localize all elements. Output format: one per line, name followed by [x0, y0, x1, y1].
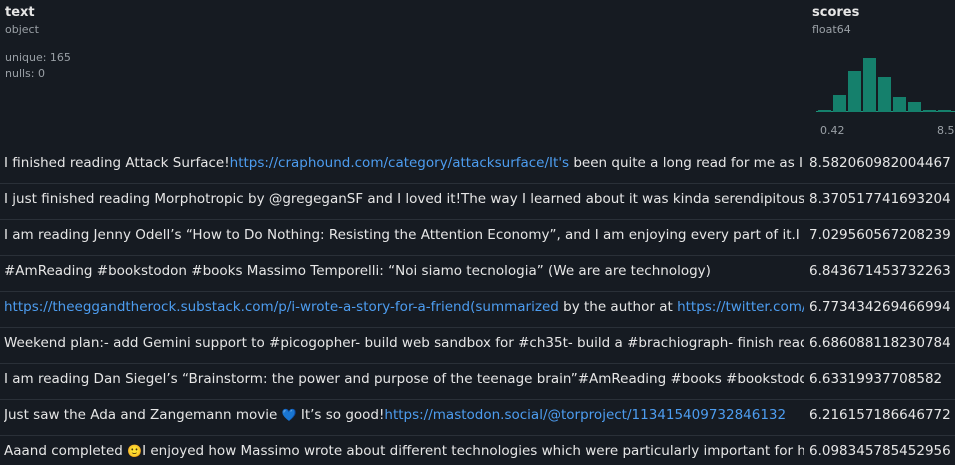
text-cell: https://theeggandtherock.substack.com/p/…	[4, 292, 804, 327]
text-cell: #AmReading #bookstodon #books Massimo Te…	[4, 263, 711, 279]
scores-column-header[interactable]: scores float64	[812, 4, 859, 38]
text-cell: I am reading Jenny Odell’s “How to Do No…	[4, 227, 804, 243]
cell-text-part: I enjoyed how Massimo wrote about differ…	[142, 443, 804, 459]
table-row[interactable]: #AmReading #bookstodon #books Massimo Te…	[0, 256, 955, 292]
cell-text-part: I finished reading Attack Surface!	[4, 155, 230, 171]
histogram-bar	[923, 110, 936, 112]
column-dtype: object	[5, 23, 39, 36]
smiley-face-icon: 🙂	[127, 444, 143, 458]
histogram-bar	[893, 97, 906, 112]
column-name: text	[5, 5, 35, 20]
cell-text-part: Just saw the Ada and Zangemann movie	[4, 407, 282, 423]
cell-link[interactable]: https://theeggandtherock.substack.com/p/…	[4, 299, 559, 315]
table-body: I finished reading Attack Surface!https:…	[0, 148, 955, 465]
scores-histogram	[816, 48, 955, 112]
text-cell: Aaand completed 🙂I enjoyed how Massimo w…	[4, 436, 804, 465]
histogram-bar	[863, 58, 876, 112]
table-row[interactable]: I finished reading Attack Surface!https:…	[0, 148, 955, 184]
cell-link[interactable]: https://craphound.com/category/attacksur…	[230, 155, 569, 171]
score-cell: 7.029560567208239	[809, 227, 951, 243]
histogram-min-label: 0.42	[820, 124, 845, 137]
score-cell: 8.370517741693204	[809, 191, 951, 207]
score-cell: 8.582060982004467	[809, 155, 951, 171]
column-header-row: text object unique: 165 nulls: 0 scores …	[0, 0, 955, 148]
text-cell: I finished reading Attack Surface!https:…	[4, 148, 804, 183]
cell-text-part: been quite a long read for me as I h	[569, 155, 804, 171]
column-name: scores	[812, 5, 860, 20]
table-row[interactable]: Aaand completed 🙂I enjoyed how Massimo w…	[0, 436, 955, 465]
score-cell: 6.843671453732263	[809, 263, 951, 279]
cell-link[interactable]: https://mastodon.social/@torproject/1134…	[384, 407, 786, 423]
score-cell: 6.216157186646772	[809, 407, 951, 423]
blue-heart-icon: 💙	[281, 408, 297, 422]
text-cell: Just saw the Ada and Zangemann movie 💙 I…	[4, 400, 804, 435]
table-row[interactable]: I am reading Dan Siegel’s “Brainstorm: t…	[0, 364, 955, 400]
table-row[interactable]: I just finished reading Morphotropic by …	[0, 184, 955, 220]
table-row[interactable]: https://theeggandtherock.substack.com/p/…	[0, 292, 955, 328]
histogram-bar	[818, 110, 831, 112]
histogram-max-label: 8.5	[937, 124, 955, 137]
table-row[interactable]: I am reading Jenny Odell’s “How to Do No…	[0, 220, 955, 256]
table-row[interactable]: Just saw the Ada and Zangemann movie 💙 I…	[0, 400, 955, 436]
histogram-bar	[878, 77, 891, 112]
dataframe-viewer: text object unique: 165 nulls: 0 scores …	[0, 0, 955, 465]
text-column-header[interactable]: text object unique: 165 nulls: 0	[5, 4, 71, 82]
score-cell: 6.63319937708582	[809, 371, 943, 387]
text-cell: I just finished reading Morphotropic by …	[4, 191, 804, 207]
score-cell: 6.773434269466994	[809, 299, 951, 315]
cell-link[interactable]: https://twitter.com/	[677, 299, 804, 315]
table-row[interactable]: Weekend plan:- add Gemini support to #pi…	[0, 328, 955, 364]
cell-text-part: It’s so good!	[296, 407, 385, 423]
histogram-bar	[833, 95, 846, 112]
unique-count: unique: 165	[5, 51, 71, 64]
score-cell: 6.686088118230784	[809, 335, 951, 351]
text-cell: I am reading Dan Siegel’s “Brainstorm: t…	[4, 371, 804, 387]
score-cell: 6.098345785452956	[809, 443, 951, 459]
cell-text-part: by the author at	[558, 299, 678, 315]
histogram-bar	[938, 110, 951, 112]
null-count: nulls: 0	[5, 67, 45, 80]
cell-text-part: Aaand completed	[4, 443, 128, 459]
histogram-bar	[908, 102, 921, 112]
column-stats: unique: 165 nulls: 0	[5, 50, 71, 82]
text-cell: Weekend plan:- add Gemini support to #pi…	[4, 335, 804, 351]
histogram-bar	[848, 71, 861, 112]
column-dtype: float64	[812, 23, 851, 36]
